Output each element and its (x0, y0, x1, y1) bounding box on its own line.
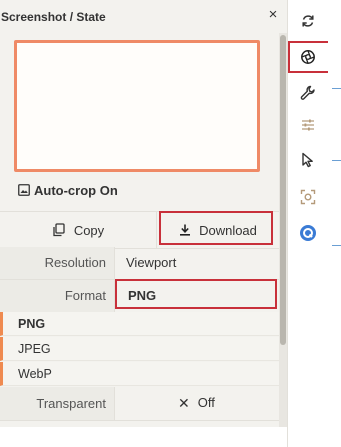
action-row: Copy Download (0, 211, 279, 249)
transparent-value: Off (197, 395, 215, 410)
edge-line (332, 88, 341, 89)
app-button[interactable] (294, 219, 322, 247)
format-select[interactable]: PNG (128, 280, 156, 312)
transparent-toggle[interactable]: ✕ Off (178, 387, 215, 419)
format-option-jpeg[interactable]: JPEG (0, 337, 279, 361)
autocrop-toggle[interactable]: Auto-crop On (18, 180, 118, 200)
select-button[interactable] (294, 146, 322, 174)
scrollbar-thumb[interactable] (280, 35, 286, 345)
panel-scrollbar[interactable] (279, 33, 287, 427)
edge-line (332, 245, 341, 246)
panel-footer-space (0, 427, 287, 447)
format-option-png[interactable]: PNG (0, 312, 279, 336)
close-icon[interactable]: × (265, 6, 281, 24)
refresh-button[interactable] (294, 7, 322, 35)
screenshot-tool-button[interactable] (294, 43, 322, 71)
copy-icon (53, 223, 65, 237)
copy-label: Copy (73, 222, 105, 238)
wrench-icon (300, 85, 315, 100)
format-label: Format (0, 280, 115, 312)
screenshot-preview (14, 40, 260, 172)
sliders-icon (302, 119, 314, 131)
settings-button[interactable] (294, 111, 322, 139)
x-icon: ✕ (178, 395, 190, 411)
screenshot-panel: Screenshot / State × Auto-crop On Copy D… (0, 0, 287, 427)
download-label: Download (199, 222, 257, 238)
download-button[interactable]: Download (157, 212, 279, 248)
autocrop-label: Auto-crop On (34, 182, 118, 198)
tools-button[interactable] (294, 79, 322, 107)
cursor-icon (302, 152, 313, 168)
side-toolbar (287, 0, 328, 447)
panel-title: Screenshot / State (1, 10, 106, 24)
resolution-select[interactable]: Viewport (126, 247, 176, 279)
resolution-label: Resolution (0, 247, 115, 279)
capture-icon (300, 189, 316, 205)
app-icon (300, 225, 316, 241)
copy-button[interactable]: Copy (0, 212, 157, 248)
edge-line (332, 160, 341, 161)
capture-button[interactable] (294, 183, 322, 211)
image-icon (18, 184, 30, 196)
resolution-row: Resolution Viewport (0, 247, 279, 280)
format-option-webp[interactable]: WebP (0, 362, 279, 386)
refresh-icon (302, 15, 314, 27)
download-icon (180, 224, 191, 236)
format-row: Format PNG (0, 280, 279, 313)
transparent-label: Transparent (0, 387, 115, 420)
aperture-icon (301, 50, 315, 64)
panel-header: Screenshot / State × (0, 0, 287, 33)
page-edge (328, 0, 341, 447)
transparent-row: Transparent ✕ Off (0, 387, 279, 421)
